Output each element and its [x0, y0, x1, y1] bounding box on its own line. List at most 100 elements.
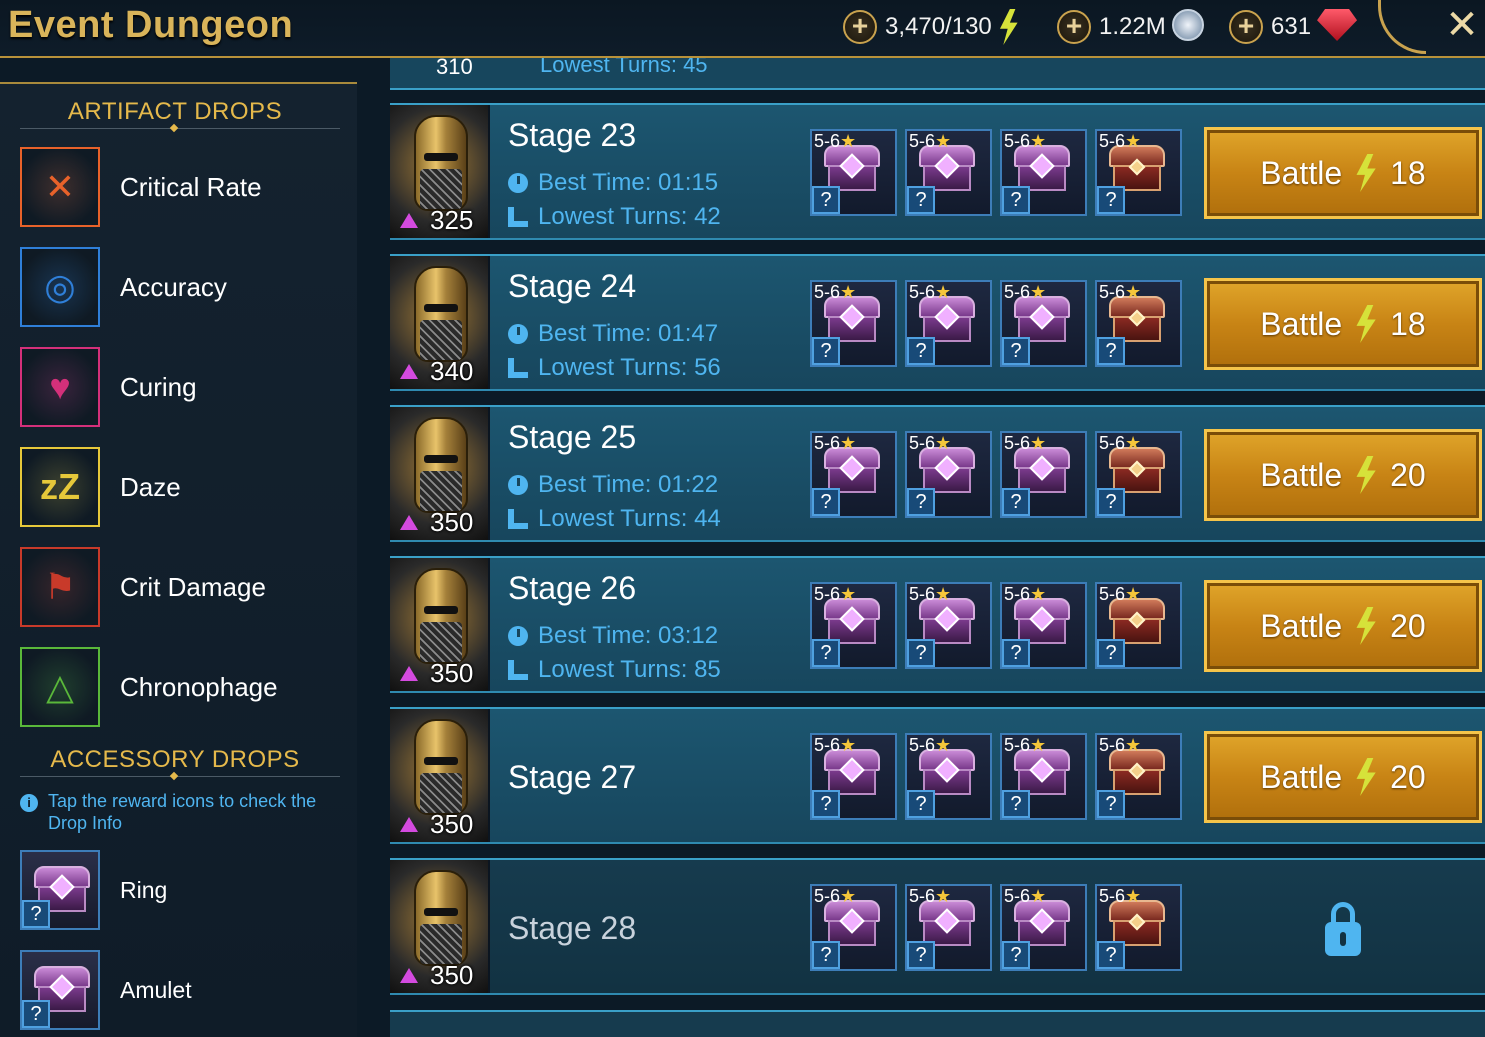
lowest-turns-text: Lowest Turns: 44	[538, 505, 721, 532]
drop-rank: 5-6★	[814, 584, 857, 604]
battle-button[interactable]: Battle 20	[1204, 580, 1482, 672]
star-icon: ★	[840, 735, 857, 755]
question-badge: ?	[1002, 639, 1030, 667]
reward-chest-button[interactable]: 5-6★?	[810, 733, 897, 820]
reward-chest-button[interactable]: 5-6★?	[1000, 129, 1087, 216]
question-badge: ?	[1002, 941, 1030, 969]
artifact-set-daze[interactable]: zZ Daze	[20, 447, 350, 527]
silver-value: 1.22M	[1099, 13, 1166, 40]
reward-chest-button[interactable]: 5-6★?	[810, 582, 897, 669]
accessory-label: Ring	[120, 876, 168, 903]
reward-chest-button[interactable]: 5-6★?	[1000, 280, 1087, 367]
reward-chest-button[interactable]: 5-6★?	[1095, 431, 1182, 518]
question-badge: ?	[1097, 488, 1125, 516]
decorative-hook-icon	[1378, 0, 1426, 54]
axe-icon: ⚑	[20, 547, 100, 627]
battle-button[interactable]: Battle 18	[1204, 127, 1482, 219]
clock-icon	[508, 475, 528, 495]
stage-list[interactable]: 310 Lowest Turns: 45 325 Stage 23 Best Tim…	[357, 58, 1485, 1037]
reward-chest-button[interactable]: 5-6★?	[1095, 582, 1182, 669]
artifact-set-curing[interactable]: ♥ Curing	[20, 347, 350, 427]
reward-chest-button[interactable]: 5-6★?	[810, 129, 897, 216]
star-icon: ★	[1030, 735, 1047, 755]
artifact-set-label: Accuracy	[120, 271, 227, 302]
stage-row[interactable]: 340 Stage 24 Best Time: 01:47 Lowest Turns:…	[390, 254, 1485, 391]
stage-row[interactable]: 325 Stage 23 Best Time: 01:15 Lowest Turns:…	[390, 103, 1485, 240]
battle-button[interactable]: Battle 20	[1204, 429, 1482, 521]
accessory-ring[interactable]: ? Ring	[20, 850, 350, 930]
reward-chest-button[interactable]: 5-6★?	[810, 884, 897, 971]
accessory-label: Amulet	[120, 976, 192, 1003]
artifact-set-critical-rate[interactable]: ✕ Critical Rate	[20, 147, 350, 227]
reward-chest-button[interactable]: 5-6★?	[1000, 733, 1087, 820]
accessory-amulet[interactable]: ? Amulet	[20, 950, 350, 1030]
reward-chest-button[interactable]: 5-6★?	[1095, 733, 1182, 820]
question-badge: ?	[812, 337, 840, 365]
artifact-drops-title: ARTIFACT DROPS	[67, 98, 283, 125]
reward-chest-button[interactable]: 5-6★?	[810, 280, 897, 367]
question-badge: ?	[812, 488, 840, 516]
question-badge: ?	[907, 337, 935, 365]
add-silver-button[interactable]: +	[1057, 10, 1091, 44]
reward-chest-button[interactable]: 5-6★?	[1095, 884, 1182, 971]
battle-label: Battle	[1260, 607, 1343, 644]
stage-row-partial[interactable]	[390, 1010, 1485, 1037]
reward-chest-button[interactable]: 5-6★?	[1000, 582, 1087, 669]
drop-info-text: Tap the reward icons to check the Drop I…	[48, 791, 317, 833]
reward-chest-button[interactable]: 5-6★?	[810, 431, 897, 518]
star-icon: ★	[1125, 131, 1142, 151]
divider	[20, 128, 340, 129]
star-icon: ★	[1125, 584, 1142, 604]
close-icon[interactable]: ✕	[1442, 2, 1482, 48]
star-icon: ★	[1030, 584, 1047, 604]
reward-chest-button[interactable]: 5-6★?	[905, 582, 992, 669]
artifact-set-chronophage[interactable]: △ Chronophage	[20, 647, 350, 727]
boss-portrait: 350	[390, 709, 490, 842]
star-icon: ★	[1030, 282, 1047, 302]
heart-plus-icon: ♥	[20, 347, 100, 427]
best-time: Best Time: 03:12	[508, 622, 718, 650]
star-icon: ★	[1030, 886, 1047, 906]
reward-drops: 5-6★? 5-6★? 5-6★? 5-6★?	[810, 431, 1190, 518]
accessory-chest-icon[interactable]: ?	[20, 950, 100, 1030]
reward-chest-button[interactable]: 5-6★?	[905, 431, 992, 518]
reward-chest-button[interactable]: 5-6★?	[1000, 884, 1087, 971]
stage-row[interactable]: 350 Stage 27 5-6★? 5-6★? 5-6★? 5-6★? Battle 20	[390, 707, 1485, 844]
info-icon: i	[20, 794, 38, 812]
stage-power: 325	[430, 205, 474, 235]
reward-chest-button[interactable]: 5-6★?	[1095, 129, 1182, 216]
question-badge: ?	[907, 186, 935, 214]
battle-button[interactable]: Battle 18	[1204, 278, 1482, 370]
reward-chest-button[interactable]: 5-6★?	[1000, 431, 1087, 518]
stage-row[interactable]: 350 Stage 28 5-6★? 5-6★? 5-6★? 5-6★?	[390, 858, 1485, 995]
power-triangle-icon	[400, 666, 418, 681]
power-triangle-icon	[400, 817, 418, 832]
artifact-set-accuracy[interactable]: ◎ Accuracy	[20, 247, 350, 327]
boss-portrait: 350	[390, 407, 490, 540]
battle-button[interactable]: Battle 20	[1204, 731, 1482, 823]
star-icon: ★	[1125, 433, 1142, 453]
reward-chest-button[interactable]: 5-6★?	[905, 129, 992, 216]
add-gems-button[interactable]: +	[1229, 10, 1263, 44]
reward-chest-button[interactable]: 5-6★?	[905, 280, 992, 367]
artifact-set-label: Daze	[120, 471, 181, 502]
artifact-set-crit-damage[interactable]: ⚑ Crit Damage	[20, 547, 350, 627]
accessory-chest-icon[interactable]: ?	[20, 850, 100, 930]
star-icon: ★	[840, 584, 857, 604]
stage-name: Stage 26	[508, 570, 637, 606]
add-energy-button[interactable]: +	[843, 10, 877, 44]
reward-chest-button[interactable]: 5-6★?	[905, 884, 992, 971]
stage-row-partial[interactable]: 310 Lowest Turns: 45	[390, 58, 1485, 90]
reward-chest-button[interactable]: 5-6★?	[1095, 280, 1182, 367]
stage-row[interactable]: 350 Stage 26 Best Time: 03:12 Lowest Turns:…	[390, 556, 1485, 693]
artifact-set-label: Critical Rate	[120, 171, 262, 202]
turns-icon	[508, 358, 528, 378]
reward-chest-button[interactable]: 5-6★?	[905, 733, 992, 820]
stage-row[interactable]: 350 Stage 25 Best Time: 01:22 Lowest Turns:…	[390, 405, 1485, 542]
clock-icon	[508, 626, 528, 646]
stage-name: Stage 27	[508, 759, 637, 795]
best-time-text: Best Time: 01:47	[538, 320, 719, 347]
energy-bolt-icon	[1356, 758, 1376, 796]
ruby-gem-icon	[1317, 9, 1361, 45]
drop-rank: 5-6★	[1004, 735, 1047, 755]
